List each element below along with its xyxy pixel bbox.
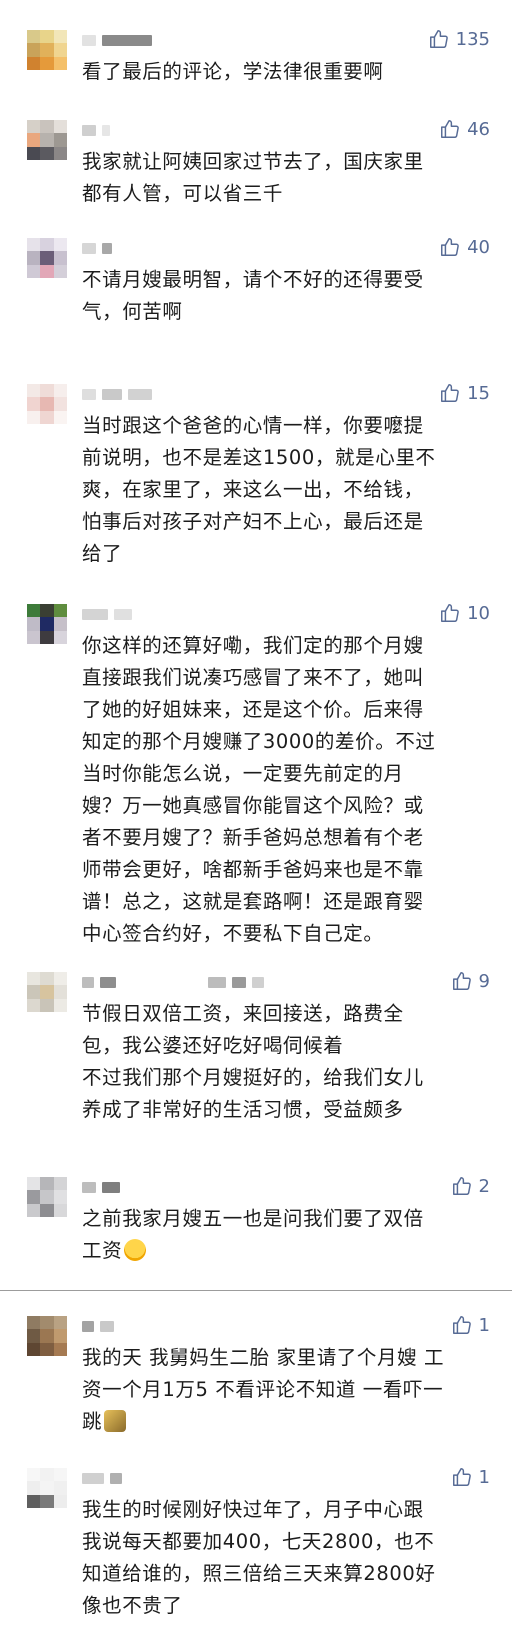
avatar[interactable] <box>27 120 67 160</box>
like-count: 9 <box>478 970 490 992</box>
thumbs-up-icon <box>441 384 459 402</box>
avatar[interactable] <box>27 1177 67 1217</box>
thumbs-up-icon <box>429 30 448 48</box>
comment-text: 看了最后的评论，学法律很重要啊 <box>82 60 384 83</box>
laughing-crying-emoji-icon <box>124 1239 147 1261</box>
username-blurred[interactable] <box>82 124 110 137</box>
divider <box>0 1290 512 1291</box>
username-blurred[interactable] <box>82 388 152 401</box>
like-button[interactable]: 10 <box>439 602 490 624</box>
avatar[interactable] <box>27 604 67 644</box>
username-blurred[interactable] <box>82 608 132 621</box>
comment-text: 节假日双倍工资，来回接送，路费全 包，我公婆还好吃好喝伺候着 不过我们那个月嫂挺… <box>82 1002 424 1121</box>
username-blurred[interactable] <box>82 242 112 255</box>
avatar[interactable] <box>27 384 67 424</box>
avatar[interactable] <box>27 238 67 278</box>
avatar[interactable] <box>27 1468 67 1508</box>
like-count: 135 <box>455 28 490 50</box>
like-button[interactable]: 40 <box>439 236 490 258</box>
surprised-emoji-icon <box>104 1410 127 1432</box>
thumbs-up-icon <box>452 972 471 990</box>
thumbs-up-icon <box>452 1468 471 1486</box>
username-blurred[interactable] <box>82 1181 120 1194</box>
comment-text: 之前我家月嫂五一也是问我们要了双倍 工资 <box>82 1203 494 1267</box>
like-count: 10 <box>467 602 490 624</box>
like-button[interactable]: 2 <box>451 1175 490 1197</box>
username-blurred[interactable] <box>82 34 152 47</box>
username-blurred[interactable] <box>82 1320 114 1333</box>
like-count: 46 <box>467 118 490 140</box>
thumbs-up-icon <box>452 1177 471 1195</box>
username-blurred[interactable] <box>82 1472 122 1485</box>
comment-text: 我家就让阿姨回家过节去了，国庆家里 都有人管，可以省三千 <box>82 150 424 205</box>
comment-text-body: 我的天 我舅妈生二胎 家里请了个月嫂 工 资一个月1万5 不看评论不知道 一看吓… <box>82 1346 445 1433</box>
like-count: 40 <box>467 236 490 258</box>
like-button[interactable]: 135 <box>428 28 490 50</box>
comment-text: 你这样的还算好嘞，我们定的那个月嫂 直接跟我们说凑巧感冒了来不了，她叫 了她的好… <box>82 634 436 945</box>
like-count: 2 <box>478 1175 490 1197</box>
comment-text: 当时跟这个爸爸的心情一样，你要嚒提 前说明，也不是差这1500，就是心里不 爽，… <box>82 414 436 565</box>
like-button[interactable]: 15 <box>439 382 490 404</box>
thumbs-up-icon <box>441 238 459 256</box>
thumbs-up-icon <box>441 120 459 138</box>
like-count: 1 <box>478 1466 490 1488</box>
thumbs-up-icon <box>441 604 459 622</box>
comment-text: 我生的时候刚好快过年了，月子中心跟 我说每天都要加400，七天2800，也不 知… <box>82 1498 436 1617</box>
username-blurred[interactable] <box>82 976 264 989</box>
comment-text: 不请月嫂最明智，请个不好的还得要受 气，何苦啊 <box>82 268 424 323</box>
avatar[interactable] <box>27 30 67 70</box>
like-count: 15 <box>467 382 490 404</box>
like-button[interactable]: 9 <box>451 970 490 992</box>
avatar[interactable] <box>27 1316 67 1356</box>
like-button[interactable]: 1 <box>451 1314 490 1336</box>
like-count: 1 <box>478 1314 490 1336</box>
avatar[interactable] <box>27 972 67 1012</box>
thumbs-up-icon <box>452 1316 471 1334</box>
comment-text: 我的天 我舅妈生二胎 家里请了个月嫂 工 资一个月1万5 不看评论不知道 一看吓… <box>82 1342 494 1438</box>
like-button[interactable]: 1 <box>451 1466 490 1488</box>
like-button[interactable]: 46 <box>439 118 490 140</box>
